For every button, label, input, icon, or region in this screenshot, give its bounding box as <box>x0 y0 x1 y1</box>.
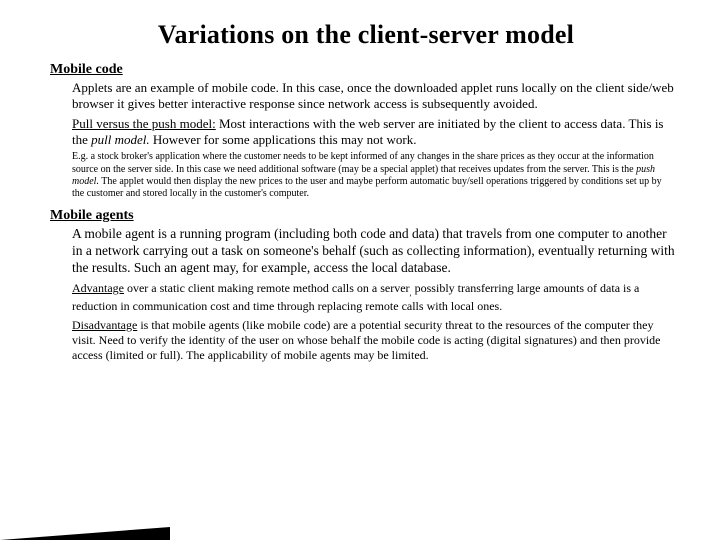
mobile-code-paragraph-1: Applets are an example of mobile code. I… <box>72 80 676 112</box>
slide: Variations on the client-server model Mo… <box>0 0 720 540</box>
advantage-paragraph: Advantage over a static client making re… <box>72 281 676 314</box>
mobile-agents-paragraph-1: A mobile agent is a running program (inc… <box>72 226 676 277</box>
corner-triangle-decoration <box>0 527 170 540</box>
slide-title: Variations on the client-server model <box>56 20 676 50</box>
pull-push-text-b: However for some applications this may n… <box>150 132 417 147</box>
pull-model-italic: pull model. <box>91 132 150 147</box>
disadvantage-label: Disadvantage <box>72 318 137 332</box>
mobile-code-paragraph-2: Pull versus the push model: Most interac… <box>72 116 676 148</box>
mobile-code-heading: Mobile code <box>50 62 676 78</box>
example-text-b: The applet would then display the new pr… <box>72 176 662 199</box>
mobile-code-example: E.g. a stock broker's application where … <box>72 151 676 200</box>
disadvantage-text-a: is that mobile agents (like mobile code)… <box>72 318 661 362</box>
disadvantage-paragraph: Disadvantage is that mobile agents (like… <box>72 318 676 363</box>
advantage-label: Advantage <box>72 281 124 295</box>
advantage-text-a: over a static client making remote metho… <box>124 281 410 295</box>
mobile-agents-heading: Mobile agents <box>50 208 676 224</box>
example-text-a: E.g. a stock broker's application where … <box>72 151 654 174</box>
pull-push-lead: Pull versus the push model: <box>72 116 216 131</box>
